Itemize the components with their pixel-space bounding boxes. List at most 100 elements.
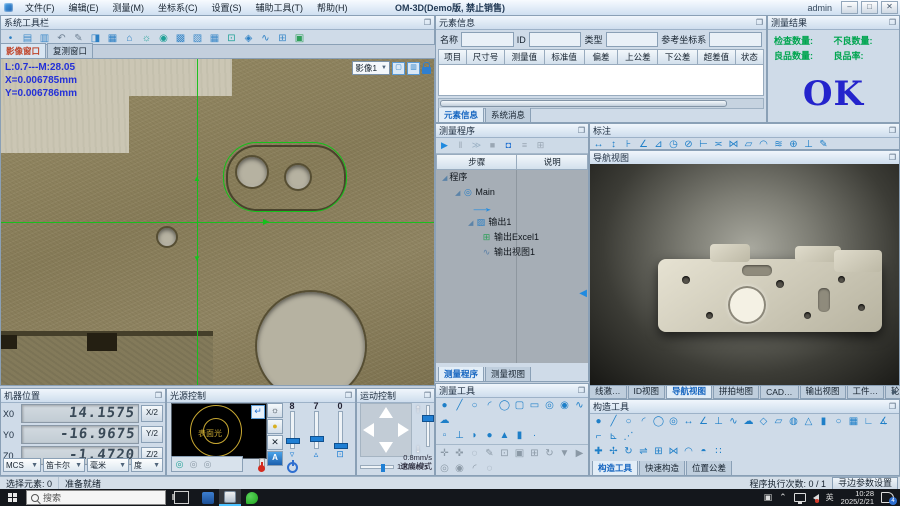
tab-2[interactable]: 系统消息 xyxy=(485,108,531,123)
tool-run-icon[interactable]: ▶ xyxy=(573,447,586,460)
bulb-icon[interactable]: ▿ xyxy=(290,449,295,460)
lock-view-icon[interactable] xyxy=(422,67,431,74)
construct-circle-icon[interactable]: ○ xyxy=(622,415,635,428)
snapshot-button[interactable]: ▢ xyxy=(392,62,405,75)
y-half-button[interactable]: Y/2 xyxy=(141,426,163,443)
data-table-icon[interactable]: ▦ xyxy=(208,32,221,45)
taskbar-app-writer[interactable] xyxy=(197,489,219,506)
float-panel-icon[interactable]: ❐ xyxy=(578,387,585,395)
measure-curve-icon[interactable]: ∿ xyxy=(573,399,586,412)
tool-ring-icon[interactable]: ◉ xyxy=(453,462,466,475)
menu-item-1[interactable]: 文件(F) xyxy=(18,0,62,15)
construct-cs-offset-icon[interactable]: ⊾ xyxy=(607,430,620,443)
tab-1[interactable]: 构造工具 xyxy=(592,461,638,476)
float-panel-icon[interactable]: ❐ xyxy=(424,392,431,400)
channel-ring-icon[interactable]: ◎ xyxy=(202,459,213,470)
tree-node-输出1[interactable]: ◢▨输出1 xyxy=(436,215,588,230)
power-icon[interactable] xyxy=(287,462,298,473)
construct-rotate-icon[interactable]: ↻ xyxy=(622,445,635,458)
report-view-icon[interactable]: ▧ xyxy=(191,32,204,45)
measure-cylinder-icon[interactable]: ▮ xyxy=(513,429,526,442)
construct-mirror-icon[interactable]: ⇌ xyxy=(637,445,650,458)
tab-scroll-right-icon[interactable]: ▶ xyxy=(892,388,897,396)
hscrollbar-thumb[interactable] xyxy=(440,100,727,107)
menu-item-4[interactable]: 坐标系(C) xyxy=(151,0,205,15)
tool-rescan-icon[interactable]: ↻ xyxy=(543,447,556,460)
column-header-9[interactable]: 状态 xyxy=(736,49,764,65)
float-panel-icon[interactable]: ❐ xyxy=(889,154,896,162)
measure-line-icon[interactable]: ╱ xyxy=(453,399,466,412)
measure-filled-circle-icon[interactable]: ◉ xyxy=(558,399,571,412)
column-header-4[interactable]: 标准值 xyxy=(545,49,585,65)
surface-light-icon[interactable]: ● xyxy=(267,419,283,434)
construct-cs-align-icon[interactable]: ⌐ xyxy=(592,430,605,443)
center-target-icon[interactable]: ◈ xyxy=(242,32,255,45)
construct-slab-icon[interactable]: ▱ xyxy=(772,415,785,428)
backlight-icon[interactable]: ⊡ xyxy=(336,449,344,460)
task-view-button[interactable] xyxy=(174,491,189,504)
channel-ring-icon[interactable]: ◎ xyxy=(188,459,199,470)
tool-cross-box-icon[interactable]: ✜ xyxy=(453,447,466,460)
start-button[interactable] xyxy=(0,489,24,506)
coordinate-mode-select[interactable]: 笛卡尔▼ xyxy=(43,458,85,472)
construct-pattern-icon[interactable]: ∷ xyxy=(712,445,725,458)
volume-icon[interactable] xyxy=(813,494,819,502)
float-panel-icon[interactable]: ❐ xyxy=(424,19,431,27)
construct-ring-icon[interactable]: ◎ xyxy=(667,415,680,428)
column-header-2[interactable]: 说明 xyxy=(517,154,588,170)
ring-light-diagram[interactable]: 表面光 ↵ xyxy=(171,403,267,459)
feed-speed-slider[interactable] xyxy=(360,465,394,469)
lock-icon[interactable]: ◘ xyxy=(502,139,515,152)
camera-icon[interactable]: ◉ xyxy=(157,32,170,45)
float-panel-icon[interactable]: ❐ xyxy=(889,19,896,27)
navigation-preview[interactable] xyxy=(590,164,899,385)
construct-cs-origin-icon[interactable]: ∟ xyxy=(862,415,875,428)
jog-pad[interactable] xyxy=(360,403,412,457)
feed-speed-handle[interactable] xyxy=(381,464,385,472)
taskbar-app-wechat[interactable] xyxy=(241,489,263,506)
tab-1[interactable]: 影像窗口 xyxy=(0,43,46,58)
menu-item-6[interactable]: 辅助工具(T) xyxy=(249,0,311,15)
jog-right-icon[interactable] xyxy=(398,423,409,437)
menu-item-2[interactable]: 编辑(E) xyxy=(62,0,106,15)
tool-dashed-circle-icon[interactable]: ◌ xyxy=(468,447,481,460)
program-tree[interactable]: ◢程序◢◎Main→◢▨输出1⊞输出Excel1∿输出视图1 ◀ xyxy=(436,170,588,363)
curve-trace-icon[interactable]: ∿ xyxy=(259,32,272,45)
menu-item-7[interactable]: 帮助(H) xyxy=(310,0,355,15)
tab-5[interactable]: CAD… xyxy=(760,386,798,399)
tool-roi-box-icon[interactable]: ⊡ xyxy=(498,447,511,460)
column-header-8[interactable]: 超差值 xyxy=(698,49,736,65)
tab-6[interactable]: 输出视图 xyxy=(800,386,846,399)
auto-light-button[interactable]: A xyxy=(267,451,283,466)
measure-point-icon[interactable]: ● xyxy=(438,399,451,412)
light-slider-2[interactable] xyxy=(314,411,319,449)
measure-small-point-icon[interactable]: · xyxy=(528,429,541,442)
float-panel-icon[interactable]: ❐ xyxy=(345,392,352,400)
run-icon[interactable]: ▶ xyxy=(438,139,451,152)
measure-ring-icon[interactable]: ◎ xyxy=(543,399,556,412)
construct-ellipse-icon[interactable]: ◯ xyxy=(652,415,665,428)
construct-chamfer-icon[interactable]: ◇ xyxy=(757,415,770,428)
tool-arc-scan-icon[interactable]: ◜ xyxy=(468,462,481,475)
construct-plane-icon[interactable]: ⊥ xyxy=(712,415,725,428)
network-icon[interactable] xyxy=(794,493,806,502)
measure-slot-icon[interactable]: ▢ xyxy=(513,399,526,412)
grid-overlay-button[interactable]: ▥ xyxy=(407,62,420,75)
grid-view-icon[interactable]: ▦ xyxy=(106,32,119,45)
construct-point-icon[interactable]: ● xyxy=(592,415,605,428)
expander-icon[interactable]: ◢ xyxy=(468,220,473,227)
tool-dashed-ring-icon[interactable]: ◌ xyxy=(483,462,496,475)
tab-2[interactable]: 测量视图 xyxy=(485,367,531,382)
capture-region-icon[interactable]: ▣ xyxy=(293,32,306,45)
clock[interactable]: 10:28 2025/2/21 xyxy=(841,490,874,506)
tab-3[interactable]: 位置公差 xyxy=(686,461,732,476)
jog-down-icon[interactable] xyxy=(379,442,393,453)
tray-app-icon[interactable]: ▣ xyxy=(764,493,773,502)
measure-circle-icon[interactable]: ○ xyxy=(468,399,481,412)
stop-icon[interactable]: ■ xyxy=(486,139,499,152)
notification-icon[interactable]: 4 xyxy=(881,492,894,503)
cone-light-icon[interactable]: ▵ xyxy=(314,449,319,460)
construct-cs-rotate-icon[interactable]: ∡ xyxy=(877,415,890,428)
construct-cone-icon[interactable]: △ xyxy=(802,415,815,428)
construct-curve-icon[interactable]: ∿ xyxy=(727,415,740,428)
